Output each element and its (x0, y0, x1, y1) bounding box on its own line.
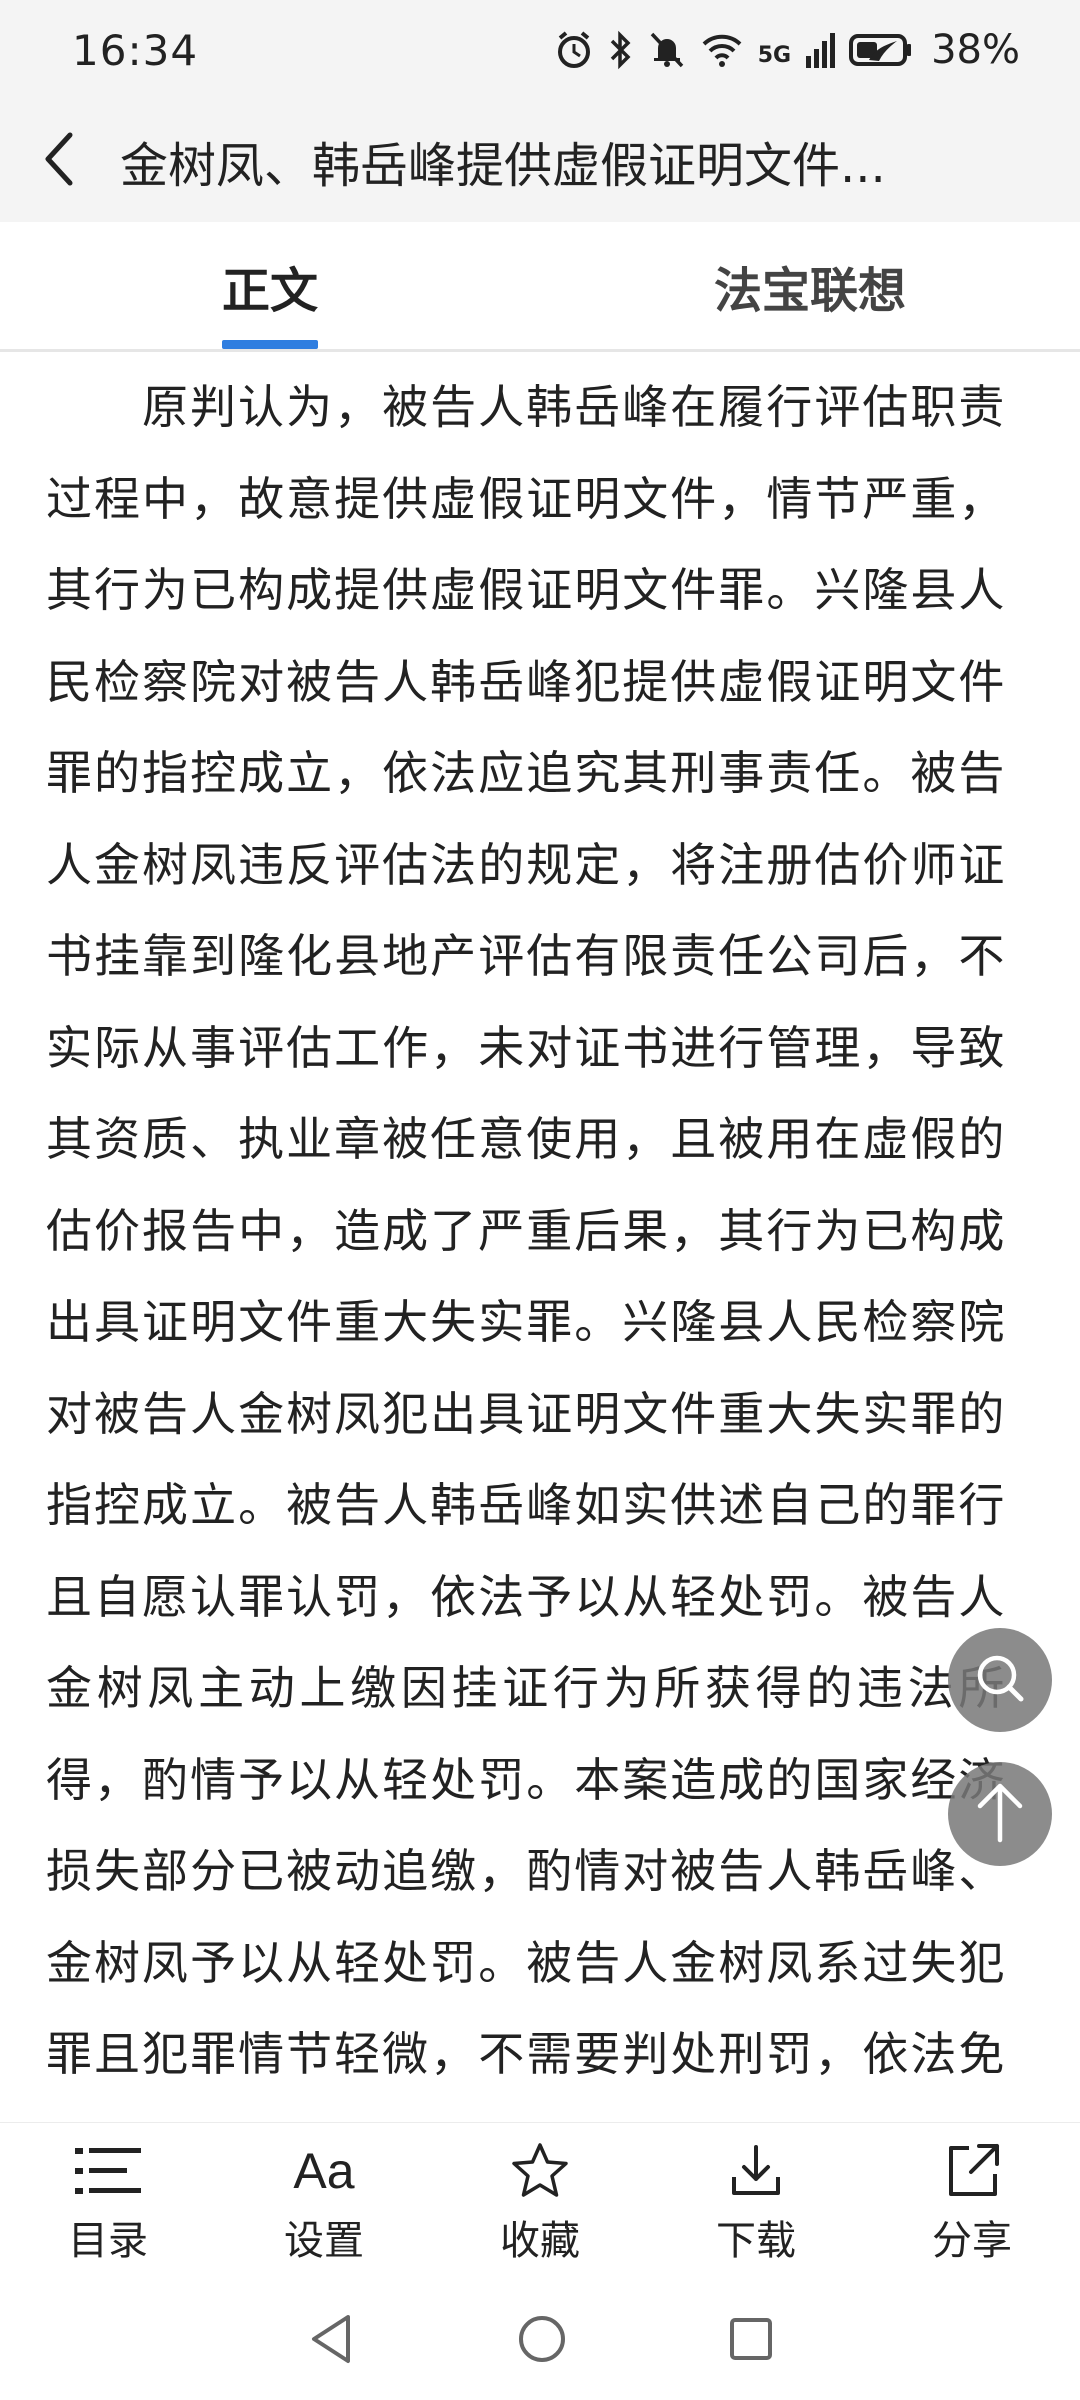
system-nav-bar (0, 2282, 1080, 2400)
back-to-top-button[interactable] (948, 1762, 1052, 1866)
status-bar: 16:34 5G 38% (0, 0, 1080, 100)
toolbar-favorite-label: 收藏 (500, 2218, 580, 2264)
bottom-toolbar: 目录 Aa 设置 收藏 下载 分享 (0, 2122, 1080, 2283)
toolbar-share[interactable]: 分享 (864, 2123, 1080, 2283)
status-time: 16:34 (72, 25, 199, 75)
status-icons: 5G 38% (554, 27, 1020, 73)
battery-icon (849, 33, 913, 67)
toolbar-favorite[interactable]: 收藏 (432, 2123, 648, 2283)
network-type-label: 5G (757, 43, 792, 68)
battery-percent: 38% (931, 27, 1020, 73)
list-icon (73, 2140, 143, 2202)
mute-bell-icon (648, 30, 686, 70)
article-content[interactable]: 原判认为，被告人韩岳峰在履行评估职责过程中，故意提供虚假证明文件，情节严重，其行… (46, 352, 1006, 2110)
download-icon (728, 2140, 784, 2202)
page-title: 金树凤、韩岳峰提供虚假证明文件... (120, 138, 886, 194)
back-button[interactable] (0, 100, 120, 222)
search-button[interactable] (948, 1628, 1052, 1732)
tab-main-text[interactable]: 正文 (150, 222, 390, 349)
font-size-icon: Aa (293, 2140, 354, 2202)
wifi-icon (700, 30, 744, 70)
bluetooth-icon (608, 30, 634, 70)
active-tab-indicator (222, 340, 318, 349)
toolbar-settings-label: 设置 (284, 2218, 364, 2264)
search-icon (972, 1650, 1028, 1710)
back-triangle-icon[interactable] (306, 2313, 356, 2369)
star-icon (509, 2140, 571, 2202)
toolbar-settings[interactable]: Aa 设置 (216, 2123, 432, 2283)
toolbar-download[interactable]: 下载 (648, 2123, 864, 2283)
article-paragraph: 原判认为，被告人韩岳峰在履行评估职责过程中，故意提供虚假证明文件，情节严重，其行… (46, 380, 1006, 2081)
tab-bar: 正文 法宝联想 (0, 222, 1080, 352)
share-icon (943, 2140, 1001, 2202)
home-circle-icon[interactable] (516, 2313, 568, 2369)
toolbar-download-label: 下载 (716, 2218, 796, 2264)
arrow-up-icon (972, 1780, 1028, 1848)
tab-related[interactable]: 法宝联想 (660, 222, 960, 349)
recents-square-icon[interactable] (728, 2316, 774, 2366)
title-bar: 金树凤、韩岳峰提供虚假证明文件... (0, 100, 1080, 222)
chevron-left-icon (40, 131, 80, 191)
toolbar-share-label: 分享 (932, 2218, 1012, 2264)
font-size-icon-text: Aa (293, 2143, 355, 2199)
toolbar-catalog-label: 目录 (68, 2218, 148, 2264)
signal-icon (805, 32, 836, 68)
toolbar-catalog[interactable]: 目录 (0, 2123, 216, 2283)
alarm-icon (554, 30, 594, 70)
